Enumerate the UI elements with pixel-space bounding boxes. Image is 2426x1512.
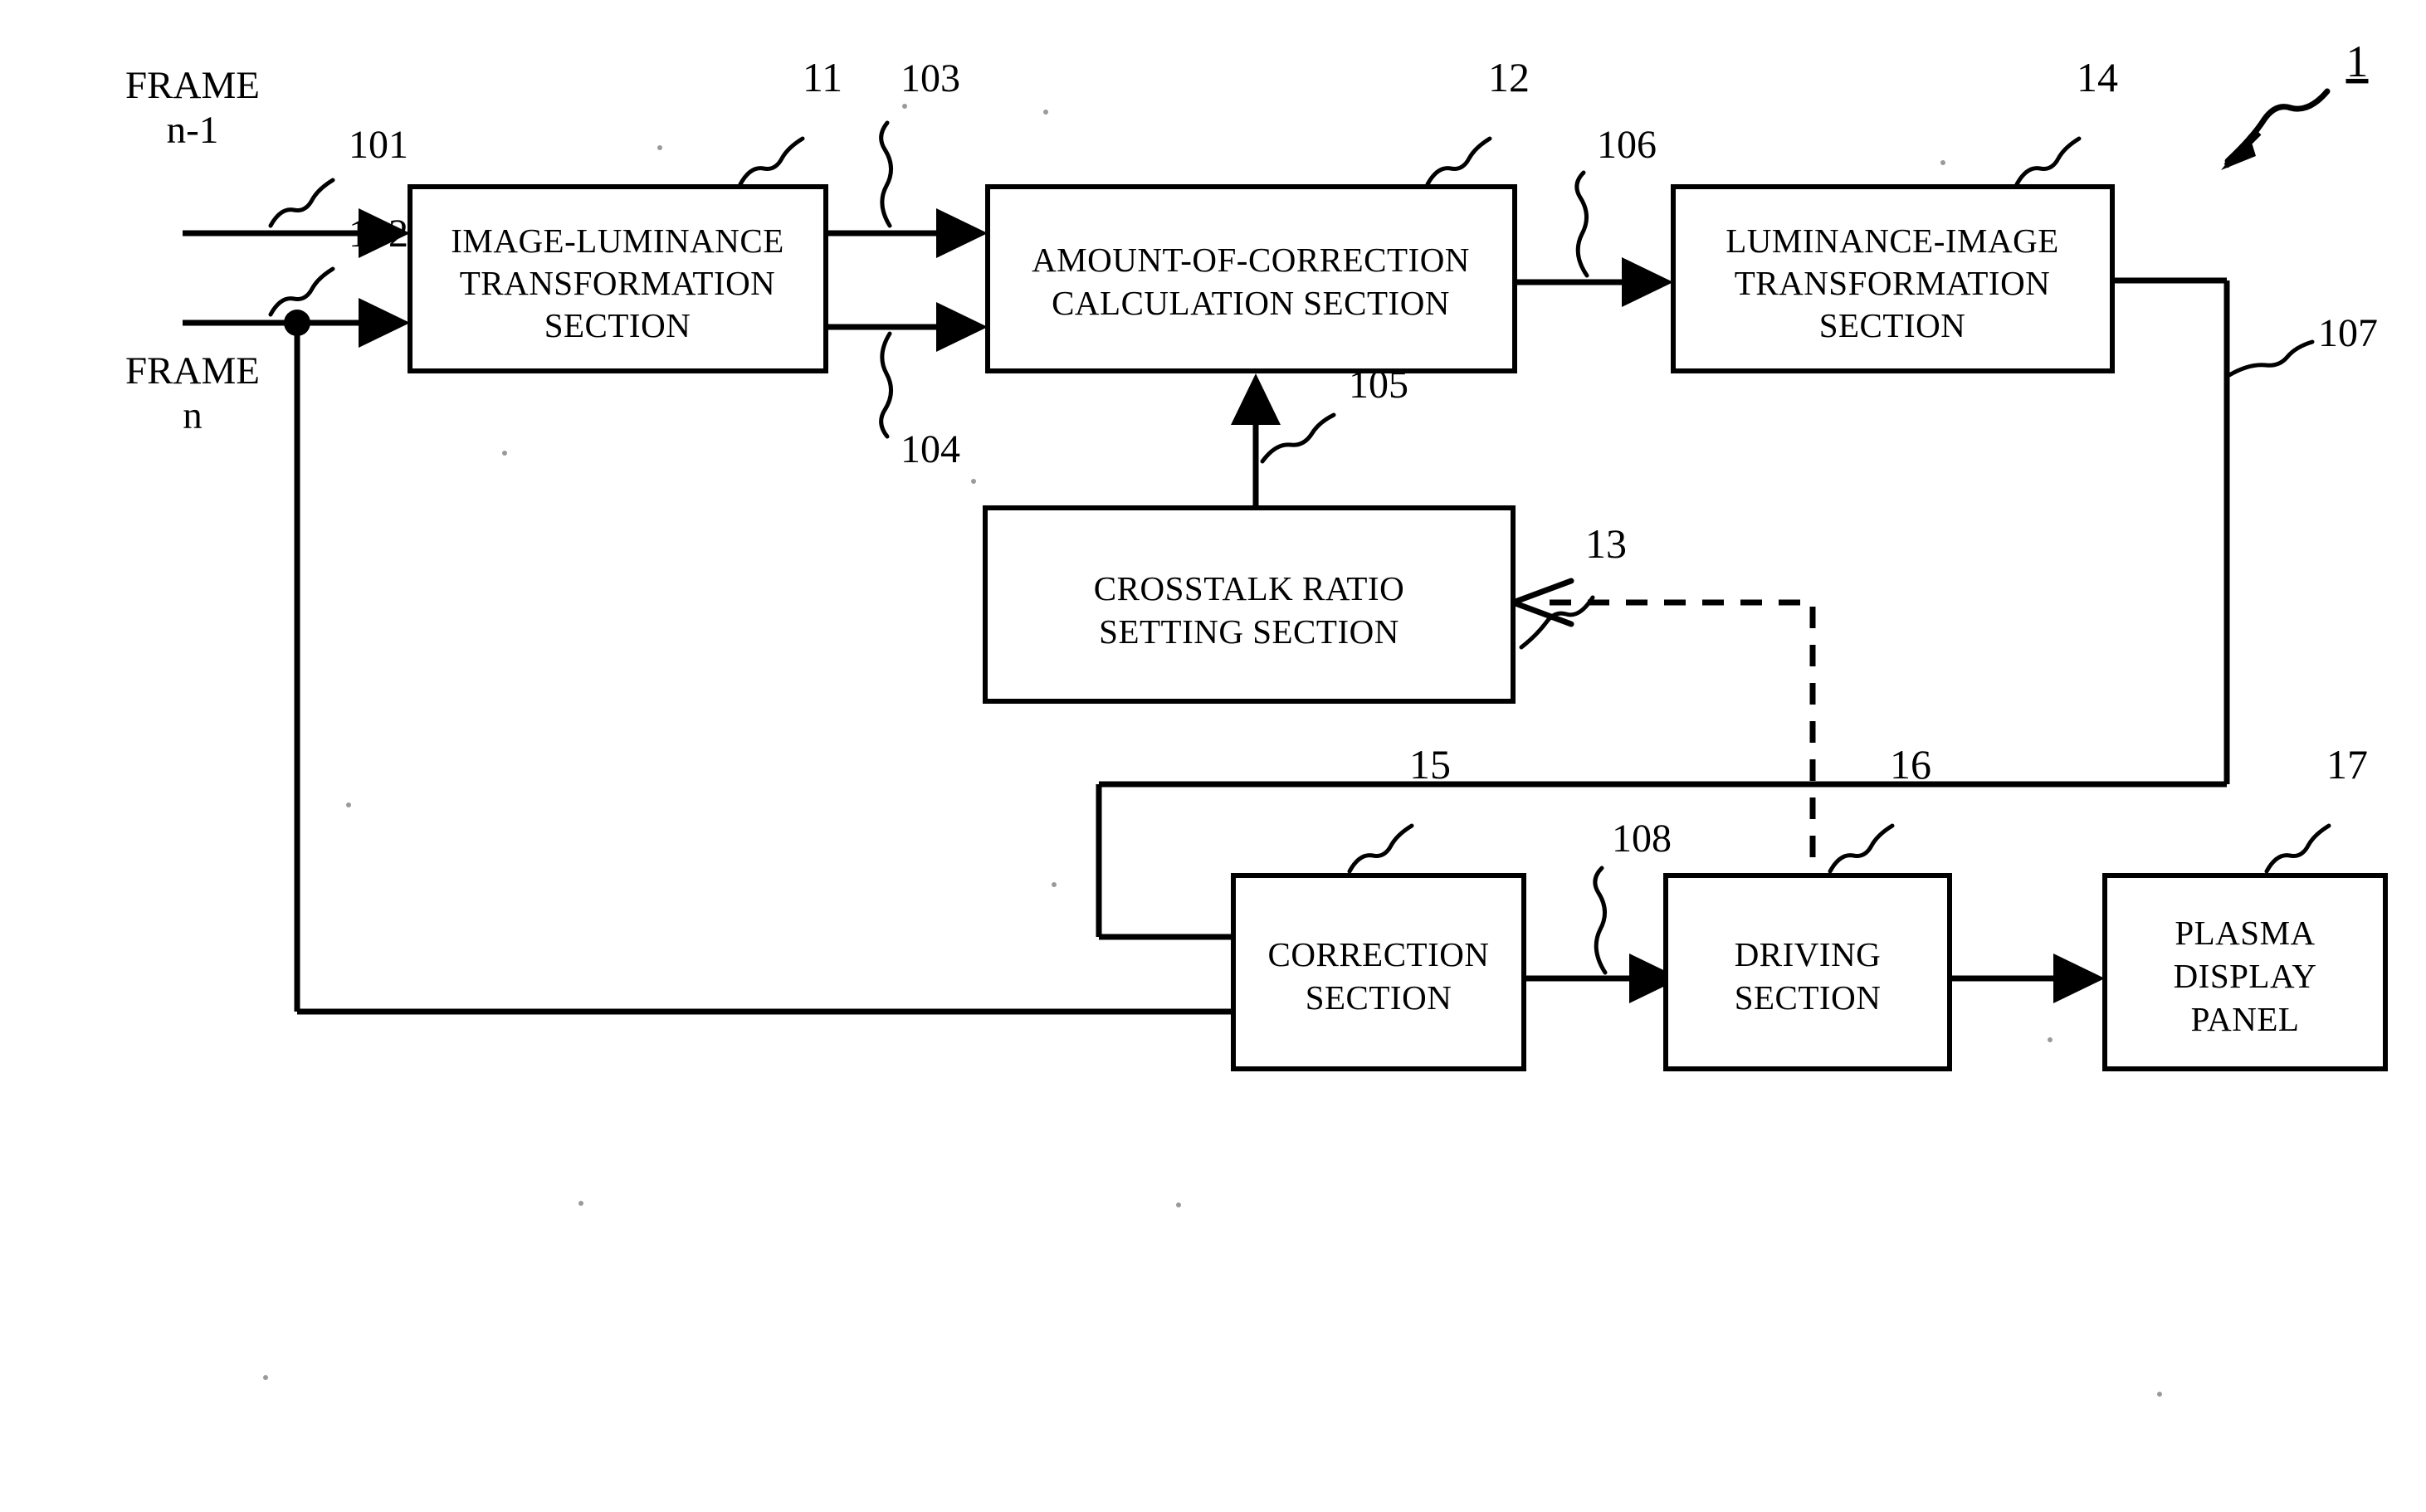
diagram-canvas: IMAGE-LUMINANCE TRANSFORMATION SECTION A…: [125, 37, 2388, 1397]
frame-n-1-line-2: n-1: [167, 109, 219, 152]
sig-label-107: 107: [2318, 311, 2378, 355]
frame-n-1-line-1: FRAME: [125, 64, 260, 107]
wire-106: [1515, 257, 1673, 307]
ref-num-16: 16: [1890, 741, 1931, 788]
block-13-line-2: SETTING SECTION: [1099, 612, 1399, 651]
frame-n-line-1: FRAME: [125, 349, 260, 393]
block-17-line-3: PANEL: [2191, 1000, 2300, 1038]
figure-number: 1: [2346, 37, 2369, 86]
wire-104: [826, 302, 988, 352]
block-11-line-1: IMAGE-LUMINANCE: [451, 222, 784, 260]
ref-num-17: 17: [2326, 741, 2368, 788]
ref-leader-13: 13: [1519, 520, 1627, 650]
sig-label-106: 106: [1597, 123, 1657, 167]
block-16-line-1: DRIVING: [1735, 935, 1882, 973]
patent-figure: IMAGE-LUMINANCE TRANSFORMATION SECTION A…: [0, 0, 2426, 1512]
block-11-line-3: SECTION: [544, 306, 691, 344]
sig-label-104: 104: [901, 427, 960, 471]
block-12-line-2: CALCULATION SECTION: [1052, 284, 1450, 322]
ref-leader-106: 106: [1574, 123, 1657, 278]
ref-leader-103: 103: [879, 56, 960, 228]
block-14-line-2: TRANSFORMATION: [1735, 264, 2051, 302]
block-14-line-1: LUMINANCE-IMAGE: [1726, 222, 2059, 260]
block-13-line-1: CROSSTALK RATIO: [1094, 569, 1404, 607]
ref-num-15: 15: [1409, 741, 1451, 788]
ref-leader-107: 107: [2227, 311, 2378, 378]
block-15-line-1: CORRECTION: [1268, 935, 1490, 973]
ref-num-14: 14: [2077, 54, 2118, 100]
ref-leader-11: 11: [738, 54, 842, 187]
ref-num-13: 13: [1585, 520, 1627, 567]
input-label-frame-n: FRAME n: [125, 349, 260, 437]
figure-number-leader: 1: [2221, 37, 2369, 170]
block-15-line-2: SECTION: [1306, 978, 1452, 1017]
block-17-line-1: PLASMA: [2175, 914, 2315, 952]
ref-leader-15: 15: [1347, 741, 1451, 874]
ref-leader-105: 105: [1260, 363, 1408, 464]
block-11-line-2: TRANSFORMATION: [460, 264, 776, 302]
ref-leader-17: 17: [2264, 741, 2368, 874]
frame-n-line-2: n: [183, 394, 203, 437]
ref-num-11: 11: [803, 54, 842, 100]
block-12-line-1: AMOUNT-OF-CORRECTION: [1032, 241, 1470, 279]
block-17-line-2: DISPLAY: [2174, 957, 2317, 995]
ref-num-12: 12: [1488, 54, 1530, 100]
input-label-frame-n-1: FRAME n-1: [125, 64, 260, 152]
sig-label-105: 105: [1349, 363, 1408, 407]
ref-leader-108: 108: [1593, 817, 1672, 975]
sig-label-101: 101: [349, 123, 408, 167]
sig-label-108: 108: [1612, 817, 1672, 861]
block-16-line-2: SECTION: [1735, 978, 1882, 1017]
ref-leader-14: 14: [2014, 54, 2118, 187]
block-amount-of-correction-calculation[interactable]: [985, 184, 1517, 373]
wire-108: [1524, 954, 1681, 1003]
ref-leader-101: 101: [268, 123, 408, 228]
ref-leader-16: 16: [1828, 741, 1931, 874]
ref-leader-104: 104: [879, 331, 960, 471]
block-14-line-3: SECTION: [1819, 306, 1966, 344]
ref-leader-12: 12: [1425, 54, 1530, 187]
sig-label-102: 102: [349, 212, 408, 256]
sig-label-103: 103: [901, 56, 960, 100]
wire-105: [1231, 373, 1281, 508]
ref-leader-102: 102: [268, 212, 408, 317]
wire-103: [826, 208, 988, 258]
wire-driving-to-panel: [1950, 954, 2105, 1003]
